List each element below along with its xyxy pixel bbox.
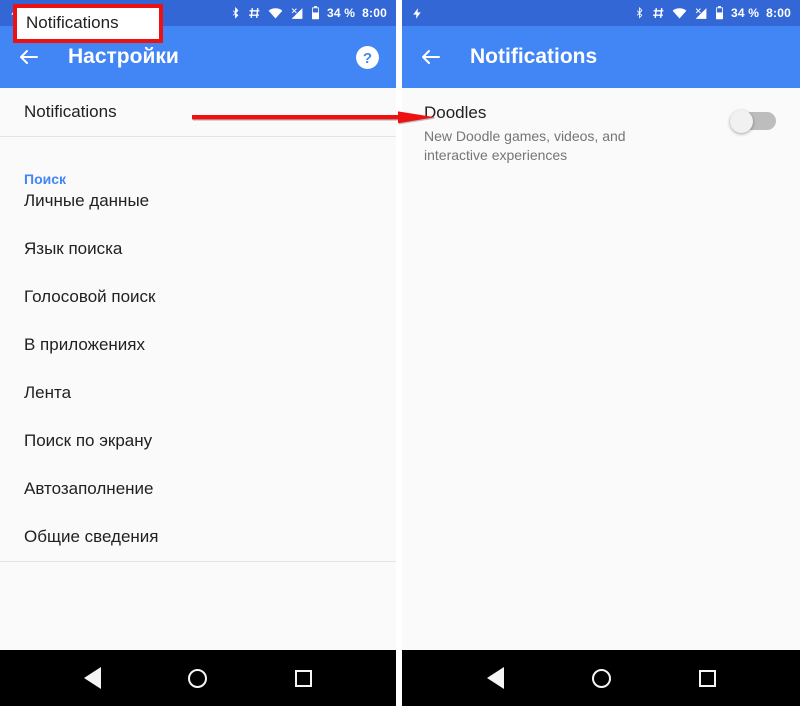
preference-row-doodles[interactable]: Doodles New Doodle games, videos, and in… xyxy=(402,88,800,179)
right-phone-panel: 34 % 8:00 Notifications Doodles New Dood… xyxy=(402,0,800,706)
settings-item-label: В приложениях xyxy=(24,335,146,354)
status-bar-right-icons: 34 % 8:00 xyxy=(634,6,791,20)
preference-text: Doodles New Doodle games, videos, and in… xyxy=(424,102,730,165)
settings-item-screen-search[interactable]: Поиск по экрану xyxy=(0,417,396,465)
status-bar-left-icons xyxy=(411,6,424,21)
nav-back-triangle-icon[interactable] xyxy=(76,661,110,695)
section-header-search: Поиск xyxy=(24,171,67,187)
settings-item-autofill[interactable]: Автозаполнение xyxy=(0,465,396,513)
hash-icon xyxy=(652,6,665,20)
settings-item-search-language[interactable]: Язык поиска xyxy=(0,225,396,273)
clock-label: 8:00 xyxy=(766,6,791,20)
settings-item-label: Общие сведения xyxy=(24,527,159,546)
bluetooth-icon xyxy=(634,6,645,20)
divider xyxy=(0,561,396,562)
lightning-bolt-icon xyxy=(411,6,424,21)
wifi-icon xyxy=(672,7,687,20)
settings-item-label: Язык поиска xyxy=(24,239,123,258)
nav-recents-square-icon[interactable] xyxy=(286,661,320,695)
help-question-icon[interactable]: ? xyxy=(354,44,380,70)
doodles-toggle-switch[interactable] xyxy=(730,110,776,133)
back-arrow-icon[interactable] xyxy=(418,44,444,70)
battery-percent-label: 34 % xyxy=(327,6,356,20)
settings-item-voice-search[interactable]: Голосовой поиск xyxy=(0,273,396,321)
battery-icon xyxy=(715,6,724,20)
clock-label: 8:00 xyxy=(362,6,387,20)
nav-recents-square-icon[interactable] xyxy=(690,661,724,695)
settings-content: Notifications Поиск Личные данные Язык п… xyxy=(0,88,396,650)
back-arrow-icon[interactable] xyxy=(16,44,42,70)
app-bar-notifications: Notifications xyxy=(402,26,800,88)
hash-icon xyxy=(248,6,261,20)
panel-gap-divider xyxy=(396,0,402,706)
toggle-knob xyxy=(730,110,753,133)
settings-item-in-apps[interactable]: В приложениях xyxy=(0,321,396,369)
android-nav-bar-right xyxy=(402,650,800,706)
svg-text:?: ? xyxy=(362,49,371,66)
signal-icon xyxy=(694,7,708,20)
settings-item-notifications[interactable]: Notifications xyxy=(0,88,396,136)
nav-home-circle-icon[interactable] xyxy=(584,661,618,695)
battery-percent-label: 34 % xyxy=(731,6,760,20)
settings-item-label: Голосовой поиск xyxy=(24,287,156,306)
settings-item-about[interactable]: Общие сведения xyxy=(0,513,396,561)
wifi-icon xyxy=(268,7,283,20)
signal-icon xyxy=(290,7,304,20)
settings-item-label: Личные данные xyxy=(24,191,150,210)
settings-item-label: Автозаполнение xyxy=(24,479,154,498)
screenshot-root: 34 % 8:00 Настройки ? Notifications Поис… xyxy=(0,0,800,706)
preference-summary: New Doodle games, videos, and interactiv… xyxy=(424,128,626,164)
nav-home-circle-icon[interactable] xyxy=(181,661,215,695)
left-phone-panel: 34 % 8:00 Настройки ? Notifications Поис… xyxy=(0,0,396,706)
android-nav-bar-left xyxy=(0,650,396,706)
nav-back-triangle-icon[interactable] xyxy=(478,661,512,695)
highlight-box-label: Notifications xyxy=(26,13,119,32)
settings-item-notifications-label: Notifications xyxy=(24,102,117,121)
page-title: Настройки xyxy=(68,45,179,68)
battery-icon xyxy=(311,6,320,20)
bluetooth-icon xyxy=(230,6,241,20)
settings-item-label: Поиск по экрану xyxy=(24,431,153,450)
page-title: Notifications xyxy=(470,45,598,68)
settings-item-label: Лента xyxy=(24,383,72,402)
notifications-content: Doodles New Doodle games, videos, and in… xyxy=(402,88,800,650)
settings-item-feed[interactable]: Лента xyxy=(0,369,396,417)
settings-list: Личные данные Язык поиска Голосовой поис… xyxy=(0,171,396,562)
preference-title: Doodles xyxy=(424,103,487,122)
status-bar-right: 34 % 8:00 xyxy=(402,0,800,26)
status-bar-right-icons: 34 % 8:00 xyxy=(230,6,387,20)
